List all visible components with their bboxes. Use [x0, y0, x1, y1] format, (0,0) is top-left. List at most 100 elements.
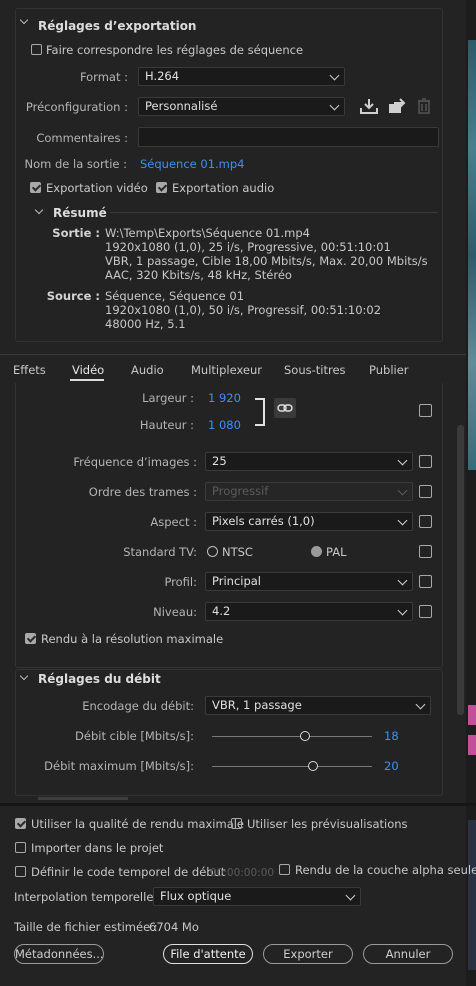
delete-preset-icon — [418, 98, 430, 114]
level-override-checkbox[interactable] — [419, 605, 432, 618]
summary-output-line: AAC, 320 Kbits/s, 48 kHz, Stéréo — [105, 268, 292, 282]
aspect-label: Aspect : — [150, 515, 197, 529]
max-bitrate-thumb[interactable] — [307, 761, 318, 771]
match-sequence-checkbox[interactable] — [31, 44, 42, 55]
summary-title: Résumé — [53, 206, 107, 220]
start-timecode-value: 00:00:00:00 — [210, 867, 275, 879]
ntsc-label: NTSC — [222, 545, 253, 559]
tv-standard-label: Standard TV: — [123, 545, 197, 559]
preset-value: Personnalisé — [145, 99, 218, 113]
pal-label: PAL — [326, 545, 347, 559]
export-video-checkbox[interactable] — [30, 182, 41, 193]
format-select[interactable]: H.264 — [138, 67, 345, 86]
max-render-res-label: Rendu à la résolution maximale — [41, 632, 224, 646]
aspect-override-checkbox[interactable] — [419, 515, 432, 528]
bitrate-encoding-select[interactable]: VBR, 1 passage — [205, 696, 431, 715]
max-render-res-checkbox[interactable] — [25, 633, 36, 644]
dimension-override-checkbox[interactable] — [419, 404, 432, 417]
fps-label: Fréquence d’images : — [73, 455, 197, 469]
fps-value: 25 — [212, 454, 227, 468]
tab-video[interactable]: Vidéo — [72, 363, 104, 377]
queue-button[interactable]: File d'attente — [163, 944, 253, 964]
output-name-link[interactable]: Séquence 01.mp4 — [140, 157, 245, 171]
export-button[interactable]: Exporter — [263, 944, 353, 964]
aspect-value: Pixels carrés (1,0) — [212, 514, 315, 528]
target-bitrate-track[interactable] — [212, 736, 372, 737]
time-interp-value: Flux optique — [160, 889, 232, 903]
max-quality-checkbox[interactable] — [15, 818, 26, 829]
tv-standard-override-checkbox[interactable] — [419, 545, 432, 558]
preset-label: Préconfiguration : — [25, 100, 128, 114]
link-icon[interactable] — [274, 398, 296, 418]
summary-source-line: Séquence, Séquence 01 — [105, 289, 245, 303]
export-audio-checkbox[interactable] — [156, 182, 167, 193]
pal-radio[interactable] — [311, 546, 322, 557]
summary-source-label: Source : — [46, 289, 100, 303]
height-label: Hauteur : — [139, 418, 194, 432]
summary-output-lines: W:\Temp\Exports\Séquence 01.mp4 1920x108… — [105, 226, 428, 282]
target-bitrate-thumb[interactable] — [299, 731, 310, 741]
active-tab-underline — [70, 379, 104, 381]
bitrate-title: Réglages du débit — [38, 672, 161, 686]
match-sequence-label: Faire correspondre les réglages de séque… — [46, 43, 304, 57]
target-bitrate-value[interactable]: 18 — [384, 729, 399, 743]
cancel-button[interactable]: Annuler — [363, 944, 453, 964]
settings-scrollbar[interactable] — [457, 425, 464, 715]
profile-value: Principal — [212, 574, 262, 588]
field-order-value: Progressif — [212, 484, 269, 498]
summary-output-line: W:\Temp\Exports\Séquence 01.mp4 — [105, 226, 310, 240]
tab-publish[interactable]: Publier — [369, 363, 409, 377]
time-interp-label: Interpolation temporelle : — [14, 890, 161, 904]
start-timecode-checkbox[interactable] — [15, 866, 26, 877]
max-bitrate-label: Débit maximum [Mbits/s]: — [44, 759, 194, 773]
tab-audio[interactable]: Audio — [131, 363, 164, 377]
level-select[interactable]: 4.2 — [205, 602, 413, 621]
file-size-label: Taille de fichier estimée : — [14, 920, 158, 934]
max-bitrate-track[interactable] — [212, 766, 372, 767]
level-label: Niveau: — [153, 605, 197, 619]
export-settings-title: Réglages d’exportation — [38, 19, 197, 33]
aspect-select[interactable]: Pixels carrés (1,0) — [205, 512, 413, 531]
output-name-label: Nom de la sortie : — [24, 157, 128, 171]
import-preset-icon[interactable] — [388, 98, 406, 114]
fps-select[interactable]: 25 — [205, 452, 413, 471]
tab-multiplexer[interactable]: Multiplexeur — [191, 363, 262, 377]
tab-captions[interactable]: Sous-titres — [284, 363, 346, 377]
width-value[interactable]: 1 920 — [208, 391, 241, 405]
file-size-value: 6704 Mo — [149, 920, 199, 934]
use-previews-label: Utiliser les prévisualisations — [247, 817, 408, 831]
alpha-only-label: Rendu de la couche alpha seule — [295, 863, 476, 877]
metadata-button[interactable]: Métadonnées... — [14, 944, 104, 964]
format-value: H.264 — [145, 69, 180, 83]
summary-source-line: 1920x1080 (1,0), 50 i/s, Progressif, 00:… — [105, 303, 382, 317]
height-value[interactable]: 1 080 — [208, 418, 241, 432]
alpha-only-checkbox[interactable] — [279, 864, 290, 875]
background-preview-strip — [466, 0, 476, 986]
tab-bar-divider — [0, 354, 466, 355]
import-project-label: Importer dans le projet — [31, 841, 164, 855]
time-interp-select[interactable]: Flux optique — [153, 887, 361, 906]
export-video-label: Exportation vidéo — [46, 181, 148, 195]
fps-override-checkbox[interactable] — [419, 455, 432, 468]
summary-source-lines: Séquence, Séquence 01 1920x1080 (1,0), 5… — [105, 289, 381, 331]
preset-select[interactable]: Personnalisé — [138, 97, 345, 116]
save-preset-icon[interactable] — [360, 98, 378, 114]
field-order-override-checkbox[interactable] — [419, 485, 432, 498]
width-label: Largeur : — [142, 391, 194, 405]
tab-effects[interactable]: Effets — [13, 363, 46, 377]
level-value: 4.2 — [212, 604, 231, 618]
ntsc-radio[interactable] — [207, 546, 218, 557]
bitrate-encoding-label: Encodage du débit: — [82, 699, 194, 713]
profile-label: Profil: — [164, 575, 197, 589]
comments-input[interactable] — [138, 127, 439, 147]
summary-source-line: 48000 Hz, 5.1 — [105, 317, 186, 331]
summary-output-label: Sortie : — [52, 226, 100, 240]
import-project-checkbox[interactable] — [15, 842, 26, 853]
max-bitrate-value[interactable]: 20 — [384, 759, 399, 773]
max-quality-label: Utiliser la qualité de rendu maximale — [31, 817, 245, 831]
start-timecode-label: Définir le code temporel de début — [31, 865, 226, 879]
profile-override-checkbox[interactable] — [419, 575, 432, 588]
profile-select[interactable]: Principal — [205, 572, 413, 591]
summary-output-line: 1920x1080 (1,0), 25 i/s, Progressive, 00… — [105, 240, 391, 254]
use-previews-checkbox[interactable] — [231, 818, 242, 829]
